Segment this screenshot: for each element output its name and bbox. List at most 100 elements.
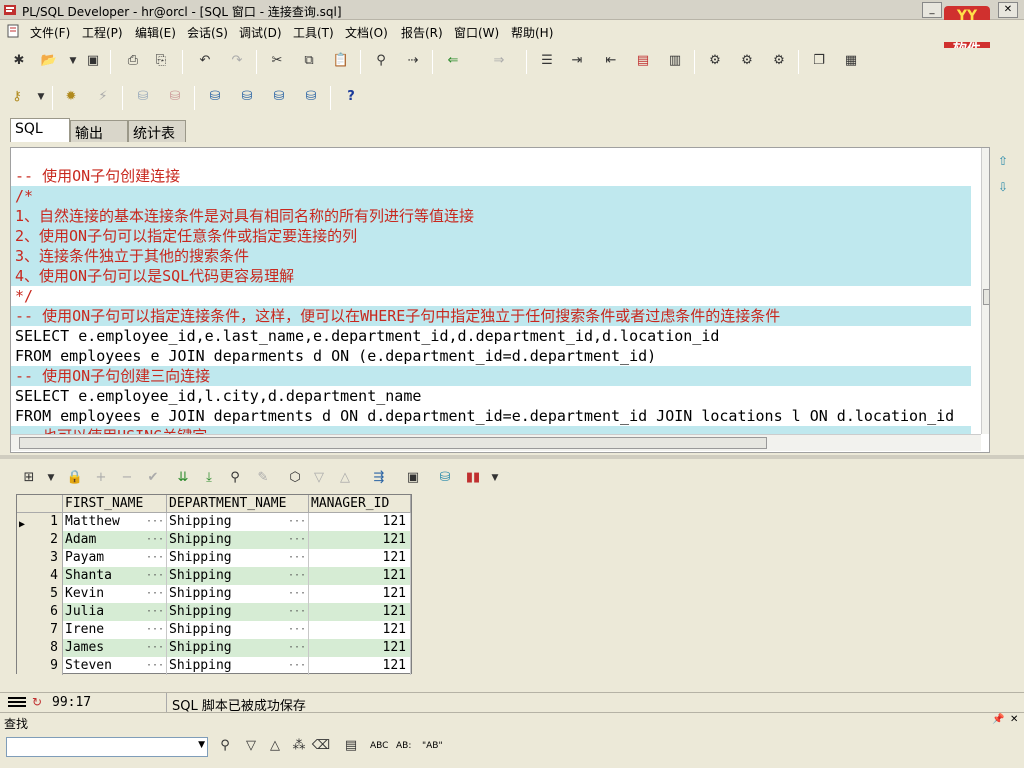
tile-icon[interactable]: ▦ (840, 50, 862, 72)
close-button[interactable]: ✕ (998, 2, 1018, 18)
table-row[interactable]: 3 Payam ··· Shipping ··· 121 (17, 549, 411, 567)
row-number[interactable]: 5 (17, 585, 63, 603)
cell-ellipsis-icon[interactable]: ··· (146, 513, 164, 531)
fetch-next-icon[interactable]: ⇊ (172, 467, 194, 489)
post-icon[interactable]: ✔ (142, 467, 164, 489)
table-row[interactable]: 5 Kevin ··· Shipping ··· 121 (17, 585, 411, 603)
code-line[interactable]: 4、使用ON子句可以是SQL代码更容易理解 (11, 266, 971, 286)
cut-icon[interactable]: ✂ (266, 50, 288, 72)
vertical-scroll-thumb[interactable] (983, 289, 989, 305)
code-line[interactable]: 2、使用ON子句可以指定任意条件或指定要连接的列 (11, 226, 971, 246)
horizontal-scrollbar[interactable] (11, 434, 981, 451)
uppercase-icon[interactable]: ▤ (632, 50, 654, 72)
new-icon[interactable]: ✱ (8, 50, 30, 72)
arrow-up-icon[interactable]: ⇧ (998, 154, 1008, 168)
code-line[interactable]: SELECT e.employee_id,e.last_name,e.depar… (11, 326, 971, 346)
find-dropdown-icon[interactable]: ▼ (198, 740, 205, 750)
tab-sql[interactable]: SQL (10, 118, 70, 142)
find-eraser-icon[interactable]: ⌫ (310, 735, 332, 757)
menu-debug[interactable]: 调试(D) (239, 24, 282, 41)
find-binoculars-icon[interactable]: ⚲ (214, 735, 236, 757)
code-line[interactable]: FROM employees e JOIN deparments d ON (e… (11, 346, 971, 366)
key-icon[interactable]: ⚷ (6, 86, 28, 108)
table-cell[interactable]: Shipping ··· (167, 549, 309, 567)
code-line[interactable]: -- 使用ON子句可以指定连接条件，这样，便可以在WHERE子句中指定独立于任何… (11, 306, 971, 326)
whole-word-button[interactable]: AB: (396, 741, 411, 751)
table-cell[interactable]: James ··· (63, 639, 167, 657)
match-case-button[interactable]: ABC (370, 741, 388, 751)
db-result-icon[interactable]: ⛁ (434, 467, 456, 489)
row-number[interactable]: 8 (17, 639, 63, 657)
menu-tools[interactable]: 工具(T) (293, 24, 334, 41)
cell-ellipsis-icon[interactable]: ··· (288, 567, 306, 585)
code-line[interactable]: 3、连接条件独立于其他的搜索条件 (11, 246, 971, 266)
table-cell[interactable]: Matthew ··· (63, 513, 167, 531)
execute-icon[interactable]: ✹ (60, 86, 82, 108)
indent-icon[interactable]: ⇥ (566, 50, 588, 72)
fetch-last-icon[interactable]: ⤓ (198, 467, 220, 489)
chart-icon[interactable]: ▮▮ (462, 467, 484, 489)
open-folder-icon[interactable]: 📂 (38, 50, 60, 72)
options-icon[interactable]: ⚙ (768, 50, 790, 72)
lowercase-icon[interactable]: ▥ (664, 50, 686, 72)
print-preview-icon[interactable]: ⎘ (150, 50, 172, 72)
row-number[interactable]: 4 (17, 567, 63, 585)
cell-ellipsis-icon[interactable]: ··· (288, 603, 306, 621)
paste-icon[interactable]: 📋 (330, 50, 352, 72)
regex-button[interactable]: "AB" (422, 741, 443, 751)
code-line[interactable]: SELECT e.employee_id,l.city,d.department… (11, 386, 971, 406)
row-number[interactable]: 9 (17, 657, 63, 675)
menu-project[interactable]: 工程(P) (82, 24, 123, 41)
undo-icon[interactable]: ↶ (194, 50, 216, 72)
table-cell[interactable]: Steven ··· (63, 657, 167, 675)
window-list-icon[interactable]: ❐ (808, 50, 830, 72)
table-cell[interactable]: 121 (309, 531, 411, 549)
key-dropdown-icon[interactable]: ▼ (30, 86, 52, 108)
comment-icon[interactable]: ☰ (536, 50, 558, 72)
result-grid[interactable]: FIRST_NAME DEPARTMENT_NAME MANAGER_ID 1M… (16, 494, 412, 675)
find-next-icon[interactable]: ⇢ (402, 50, 424, 72)
cell-ellipsis-icon[interactable]: ··· (288, 585, 306, 603)
cell-ellipsis-icon[interactable]: ··· (288, 531, 306, 549)
commit-icon[interactable]: ⛁ (132, 86, 154, 108)
table-cell[interactable]: 121 (309, 603, 411, 621)
menu-file[interactable]: 文件(F) (30, 24, 70, 41)
rollback-icon[interactable]: ⛁ (164, 86, 186, 108)
table-cell[interactable]: Shipping ··· (167, 639, 309, 657)
export-icon[interactable]: ⇒ (488, 50, 510, 72)
sql-editor[interactable]: -- 使用ON子句创建连接/* 1、自然连接的基本连接条件是对具有相同名称的所有列… (10, 147, 990, 453)
cell-ellipsis-icon[interactable]: ··· (146, 585, 164, 603)
cell-ellipsis-icon[interactable]: ··· (288, 621, 306, 639)
chart-dropdown-icon[interactable]: ▼ (484, 467, 506, 489)
explain-plan-icon[interactable]: ⛁ (300, 86, 322, 108)
table-row[interactable]: 7 Irene ··· Shipping ··· 121 (17, 621, 411, 639)
menu-edit[interactable]: 编辑(E) (135, 24, 176, 41)
table-cell[interactable]: Shipping ··· (167, 585, 309, 603)
table-cell[interactable]: 121 (309, 657, 411, 675)
tab-statistics[interactable]: 统计表 (128, 120, 186, 142)
menu-window[interactable]: 窗口(W) (454, 24, 499, 41)
minimize-button[interactable]: _ (922, 2, 942, 18)
cell-ellipsis-icon[interactable]: ··· (146, 567, 164, 585)
rules-icon[interactable]: ⚙ (736, 50, 758, 72)
row-number[interactable]: 3 (17, 549, 63, 567)
table-cell[interactable]: 121 (309, 639, 411, 657)
code-line[interactable]: -- 使用ON子句创建连接 (11, 166, 971, 186)
table-cell[interactable]: 121 (309, 513, 411, 531)
code-line[interactable]: /* (11, 186, 971, 206)
column-header-department-name[interactable]: DEPARTMENT_NAME (167, 495, 309, 513)
sql-window-icon[interactable]: ⛁ (236, 86, 258, 108)
row-number[interactable]: 6 (17, 603, 63, 621)
table-cell[interactable]: Shipping ··· (167, 657, 309, 675)
find-close-icon[interactable]: ✕ (1010, 714, 1018, 725)
code-line[interactable]: 1、自然连接的基本连接条件是对具有相同名称的所有列进行等值连接 (11, 206, 971, 226)
table-row[interactable]: 2 Adam ··· Shipping ··· 121 (17, 531, 411, 549)
grid-dropdown-icon[interactable]: ▼ (40, 467, 62, 489)
grid-select-icon[interactable]: ⊞ (18, 467, 40, 489)
arrow-down-icon[interactable]: ⇩ (998, 180, 1008, 194)
table-cell[interactable]: Irene ··· (63, 621, 167, 639)
cell-ellipsis-icon[interactable]: ··· (288, 639, 306, 657)
table-cell[interactable]: 121 (309, 567, 411, 585)
row-number[interactable]: 7 (17, 621, 63, 639)
table-cell[interactable]: Shipping ··· (167, 567, 309, 585)
